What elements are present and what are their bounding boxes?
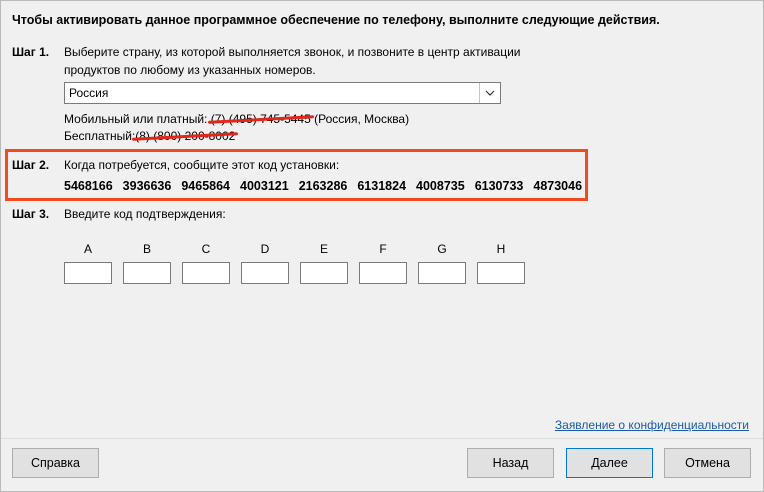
footer-divider [1,438,763,439]
field-label-d: D [260,242,270,256]
code-group: 2163286 [298,179,348,193]
field-label-f: F [379,242,387,256]
cancel-button[interactable]: Отмена [664,448,751,478]
installation-code: 5468166 3936636 9465864 4003121 2163286 61318… [64,179,592,193]
activation-dialog: Чтобы активировать данное программное об… [0,0,764,492]
step3-text: Введите код подтверждения: [64,207,226,221]
field-label-h: H [496,242,506,256]
code-group: 3936636 [122,179,172,193]
field-label-a: A [83,242,92,256]
free-number: (8) (800) 200-8002 [135,129,236,143]
mobile-location: (Россия, Москва) [314,112,410,126]
field-label-g: G [437,242,447,256]
field-label-c: C [201,242,211,256]
mobile-number: (7) (495) 745-5445 [210,112,311,126]
confirmation-input-e[interactable] [300,262,348,284]
country-select[interactable]: Россия [64,82,501,104]
field-label-b: B [142,242,151,256]
mobile-label: Мобильный или платный: [64,112,208,126]
code-group: 4003121 [240,179,289,193]
next-button[interactable]: Далее [566,448,653,478]
step3-label: Шаг 3. [12,207,50,221]
free-phone-line: Бесплатный:(8) (800) 200-8002 [64,129,235,143]
help-button[interactable]: Справка [12,448,99,478]
country-select-value: Россия [69,86,109,100]
step1-label: Шаг 1. [12,45,50,59]
step2-label: Шаг 2. [12,158,50,172]
field-label-e: E [319,242,328,256]
code-group: 6130733 [474,179,524,193]
code-group: 4873046 [533,179,583,193]
confirmation-input-h[interactable] [477,262,525,284]
confirmation-input-b[interactable] [123,262,171,284]
installation-code-highlight [5,149,588,201]
free-label: Бесплатный: [64,129,136,143]
mobile-phone-line: Мобильный или платный: (7) (495) 745-544… [64,112,409,126]
back-button[interactable]: Назад [467,448,554,478]
confirmation-input-a[interactable] [64,262,112,284]
confirmation-input-f[interactable] [359,262,407,284]
step1-text-line1: Выберите страну, из которой выполняется … [64,45,521,59]
chevron-down-icon[interactable] [479,83,500,103]
confirmation-input-c[interactable] [182,262,230,284]
step2-text: Когда потребуется, сообщите этот код уст… [64,158,340,172]
code-group: 4008735 [416,179,465,193]
code-group: 9465864 [181,179,231,193]
code-group: 6131824 [357,179,407,193]
dialog-title: Чтобы активировать данное программное об… [12,13,660,27]
step1-text-line2: продуктов по любому из указанных номеров… [64,63,316,77]
code-group: 5468166 [64,179,113,193]
confirmation-input-d[interactable] [241,262,289,284]
confirmation-input-g[interactable] [418,262,466,284]
privacy-statement-link[interactable]: Заявление о конфиденциальности [555,418,749,432]
